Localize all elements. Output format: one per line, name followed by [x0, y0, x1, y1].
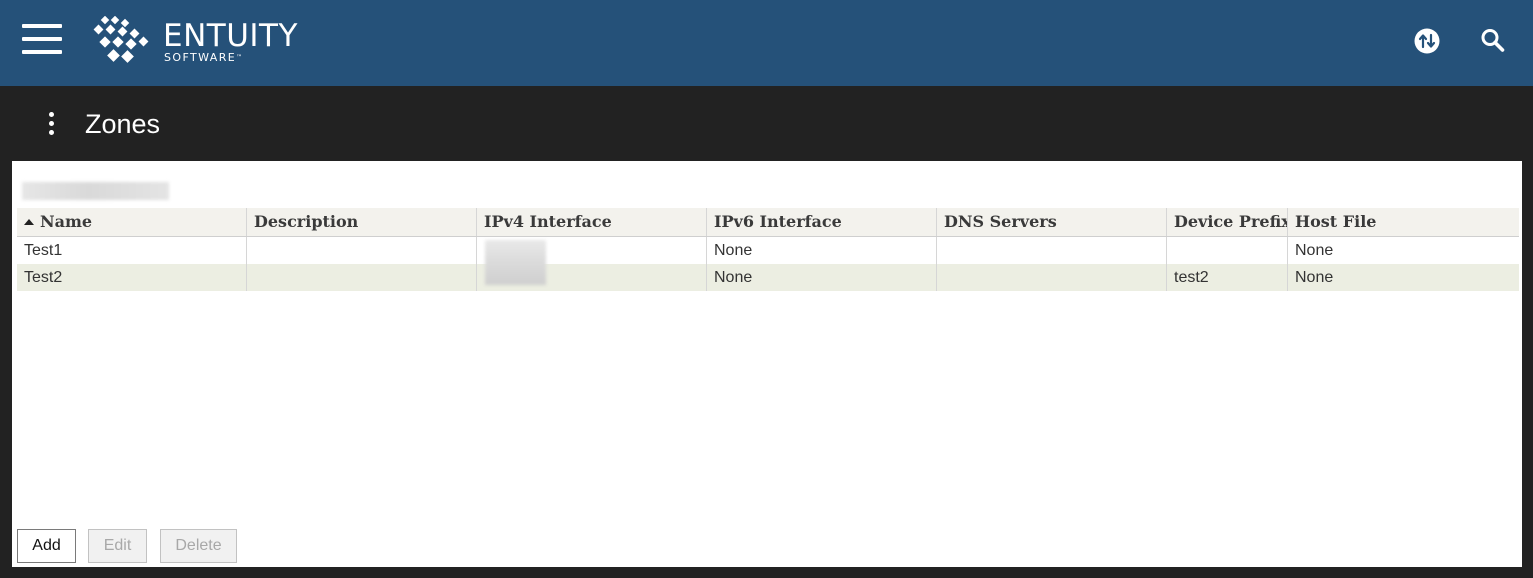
delete-button[interactable]: Delete: [160, 529, 237, 563]
cell-ipv6-interface: None: [707, 264, 937, 291]
menu-icon[interactable]: [22, 24, 62, 54]
edit-button[interactable]: Edit: [88, 529, 147, 563]
column-header-device-prefix[interactable]: Device Prefix: [1167, 208, 1288, 236]
table-header-row: Name Description IPv4 Interface IPv6 Int…: [17, 208, 1519, 237]
page-header: Zones: [0, 86, 1533, 161]
page-title: Zones: [85, 109, 161, 139]
table-row[interactable]: Test2 None test2 None: [17, 264, 1519, 291]
content-panel: Name Description IPv4 Interface IPv6 Int…: [12, 161, 1522, 567]
zones-table: Name Description IPv4 Interface IPv6 Int…: [17, 208, 1519, 291]
cell-host-file: None: [1295, 242, 1334, 259]
entuity-logo[interactable]: ENTUITY SOFTWARE™: [92, 16, 312, 68]
cell-ipv6-interface: None: [707, 237, 937, 264]
trademark-mark: ™: [236, 54, 243, 61]
column-header-host-file[interactable]: Host File: [1288, 208, 1519, 236]
more-options-icon[interactable]: [44, 112, 60, 138]
column-header-ipv6-interface[interactable]: IPv6 Interface: [707, 208, 937, 236]
cell-name: Test1: [17, 237, 247, 264]
cell-name: Test2: [17, 264, 247, 291]
column-header-description[interactable]: Description: [247, 208, 477, 236]
brand-name: ENTUITY: [163, 18, 298, 54]
brand-subtitle: SOFTWARE: [164, 51, 237, 64]
sort-ascending-icon: [24, 219, 34, 225]
cell-host-file: None: [1295, 269, 1334, 286]
cell-device-prefix: [1167, 237, 1288, 264]
top-header: ENTUITY SOFTWARE™: [0, 0, 1533, 86]
add-button[interactable]: Add: [17, 529, 76, 563]
column-header-dns-servers[interactable]: DNS Servers: [937, 208, 1167, 236]
cell-description: [247, 237, 477, 264]
redacted-label: [22, 182, 169, 200]
sync-arrows-icon[interactable]: [1413, 26, 1443, 56]
cell-dns-servers: [937, 237, 1167, 264]
column-header-name[interactable]: Name: [17, 208, 247, 236]
entuity-logo-mark-icon: [93, 16, 149, 63]
cell-device-prefix: test2: [1167, 264, 1288, 291]
cell-description: [247, 264, 477, 291]
redacted-ipv4-values: [485, 240, 546, 285]
search-icon[interactable]: [1478, 26, 1508, 56]
column-header-ipv4-interface[interactable]: IPv4 Interface: [477, 208, 707, 236]
table-row[interactable]: Test1 None None: [17, 237, 1519, 264]
cell-dns-servers: [937, 264, 1167, 291]
